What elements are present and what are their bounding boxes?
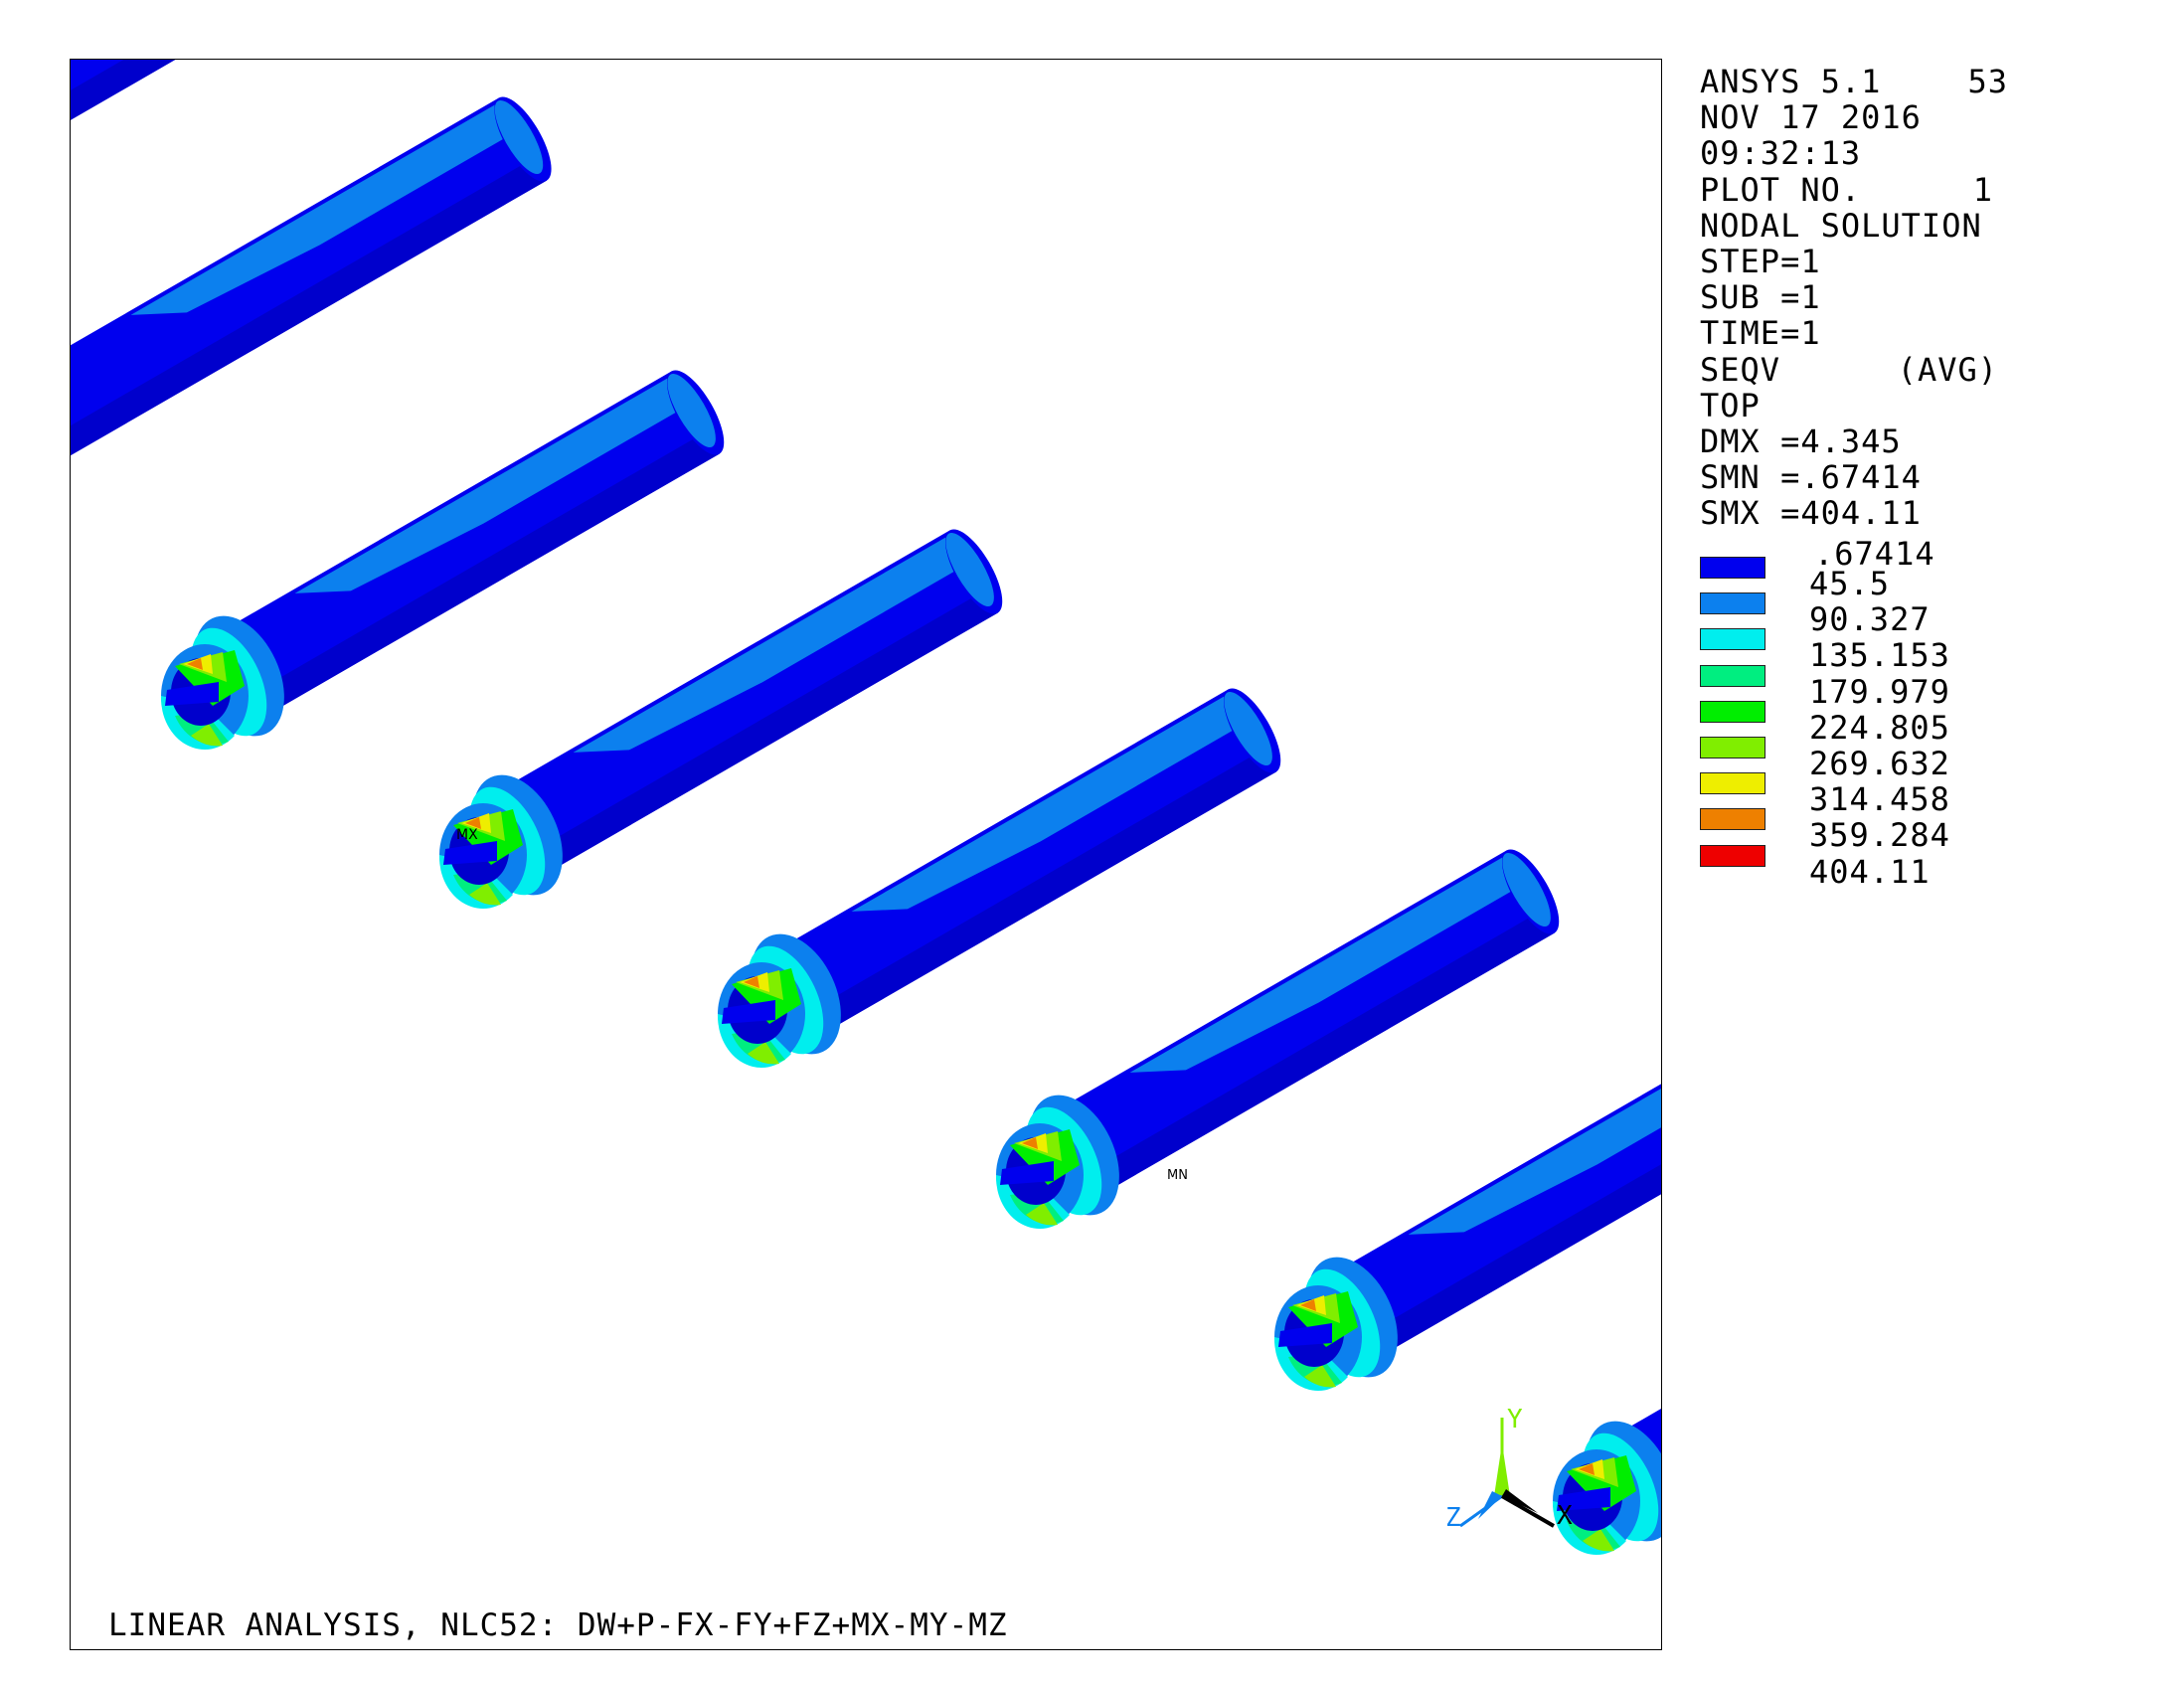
legend-swatch	[1700, 808, 1765, 831]
plot-number-line: PLOT NO. 1	[1700, 170, 1993, 209]
tube-shade	[772, 750, 1276, 1056]
legend-swatch	[1700, 772, 1765, 795]
tube-shade	[494, 590, 998, 897]
triad-y-cone	[1494, 1443, 1510, 1496]
quantity-name: SEQV	[1700, 350, 1781, 389]
legend-swatch	[1700, 664, 1765, 687]
substep-value: SUB =1	[1700, 278, 1821, 317]
legend-band: 135.153	[1700, 628, 2117, 674]
graphics-viewport[interactable]: Y Z X MX MN LINEAR ANALYSIS, NLC52: DW+P-…	[70, 59, 1662, 1650]
legend-swatch	[1700, 700, 1765, 723]
tube-shade	[71, 60, 176, 120]
plot-number: 1	[1972, 170, 1993, 209]
legend-value: 404.11	[1809, 852, 1931, 891]
legend-band: 404.11	[1700, 844, 2117, 891]
legend-band: 314.458	[1700, 772, 2117, 818]
legend-swatch	[1700, 557, 1765, 579]
plot-time: 09:32:13	[1700, 134, 1862, 173]
legend-band: 90.327	[1700, 592, 2117, 638]
plot-info-panel: ANSYS 5.1 53 NOV 17 2016 09:32:13 PLOT N…	[1700, 64, 2117, 532]
quantity-line: SEQV (AVG)	[1700, 350, 1998, 389]
plot-date: NOV 17 2016	[1700, 98, 1922, 137]
averaging-mode: (AVG)	[1897, 350, 1998, 389]
load-case-caption: LINEAR ANALYSIS, NLC52: DW+P-FX-FY+FZ+MX…	[108, 1607, 1008, 1643]
program-line: ANSYS 5.1 53	[1700, 64, 2008, 99]
layer-value: TOP	[1700, 386, 1761, 424]
max-stress: SMX =404.11	[1700, 494, 1922, 533]
time-value: TIME=1	[1700, 314, 1821, 353]
coordinate-triad: Y Z X	[1445, 1405, 1573, 1533]
tube-shade	[216, 431, 720, 738]
triad-y-label: Y	[1507, 1405, 1523, 1434]
legend-band: 269.632	[1700, 737, 2117, 782]
legend-swatch	[1700, 844, 1765, 867]
legend-swatch	[1700, 628, 1765, 651]
triad-x-axis	[1501, 1494, 1555, 1528]
solution-type: NODAL SOLUTION	[1700, 206, 1982, 245]
legend-swatch	[1700, 737, 1765, 759]
program-version: ANSYS 5.1	[1700, 63, 1882, 100]
legend-band: 359.284	[1700, 808, 2117, 854]
legend-band: 45.5	[1700, 557, 2117, 602]
legend-band: 179.979	[1700, 664, 2117, 711]
legend-swatch	[1700, 592, 1765, 615]
min-stress-marker: MN	[1167, 1168, 1188, 1183]
triad-x-label: X	[1557, 1501, 1573, 1531]
plot-number-label: PLOT NO.	[1700, 170, 1862, 209]
triad-z-label: Z	[1445, 1503, 1461, 1533]
max-stress-marker: MX	[456, 827, 478, 843]
window-number: 53	[1967, 63, 2008, 100]
legend-band: 224.805	[1700, 700, 2117, 747]
tube-array	[71, 60, 1661, 1555]
min-stress: SMN =.67414	[1700, 458, 1922, 497]
model-scene: Y Z X MX MN	[71, 60, 1661, 1555]
max-displacement: DMX =4.345	[1700, 422, 1902, 461]
tube-shade	[1051, 911, 1555, 1217]
step-value: STEP=1	[1700, 243, 1821, 281]
triad-z-cone	[1478, 1491, 1502, 1519]
